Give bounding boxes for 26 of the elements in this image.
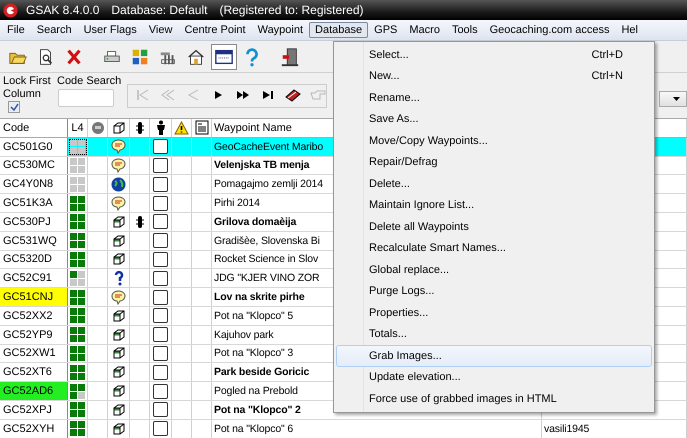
table-cell: Pomagajmo zemlji 2014 (214, 178, 323, 190)
table-cell: GC501G0 (0, 138, 68, 156)
table-cell: GC52AD6 (0, 382, 68, 400)
window-title: Database: Default (111, 3, 208, 17)
table-cell: GC530MC (0, 156, 68, 174)
table-cell: GeoCacheEvent Maribo (214, 140, 324, 153)
table-cell: Kajuhov park (214, 328, 274, 341)
table-cell: Lov na skrite pirhe (214, 291, 305, 304)
table-cell: Grilova domaèija (214, 216, 296, 228)
table-cell: JDG "KJER VINO ZOR (214, 272, 320, 284)
table-cell: Pot na "Klopco" 2 (214, 404, 301, 416)
table-cell: Pot na "Klopco" 5 (214, 310, 294, 322)
table-cell: Pirhi 2014 (214, 197, 260, 210)
table-cell: Gradišèe, Slovenska Bi (214, 234, 320, 247)
table-cell: Pot na "Klopco" 6 (214, 422, 294, 435)
window-title: (Registered to: Registered) (219, 3, 364, 17)
table-cell: Pot na "Klopco" 3 (214, 347, 294, 360)
table-cell: vasili1945 (544, 422, 590, 435)
window-title: GSAK 8.4.0.0 (26, 3, 100, 17)
table-cell: GC51CNJ (0, 288, 68, 306)
table-cell: Park beside Goricic (214, 366, 310, 378)
table-cell: Rocket Science in Slov (214, 253, 318, 266)
table-cell: Velenjska TB menja (214, 159, 310, 172)
lock-first-column-label: Lock First Column (3, 75, 52, 101)
code-search-label: Code Search (57, 75, 122, 88)
table-cell: Pogled na Prebold (214, 385, 298, 398)
